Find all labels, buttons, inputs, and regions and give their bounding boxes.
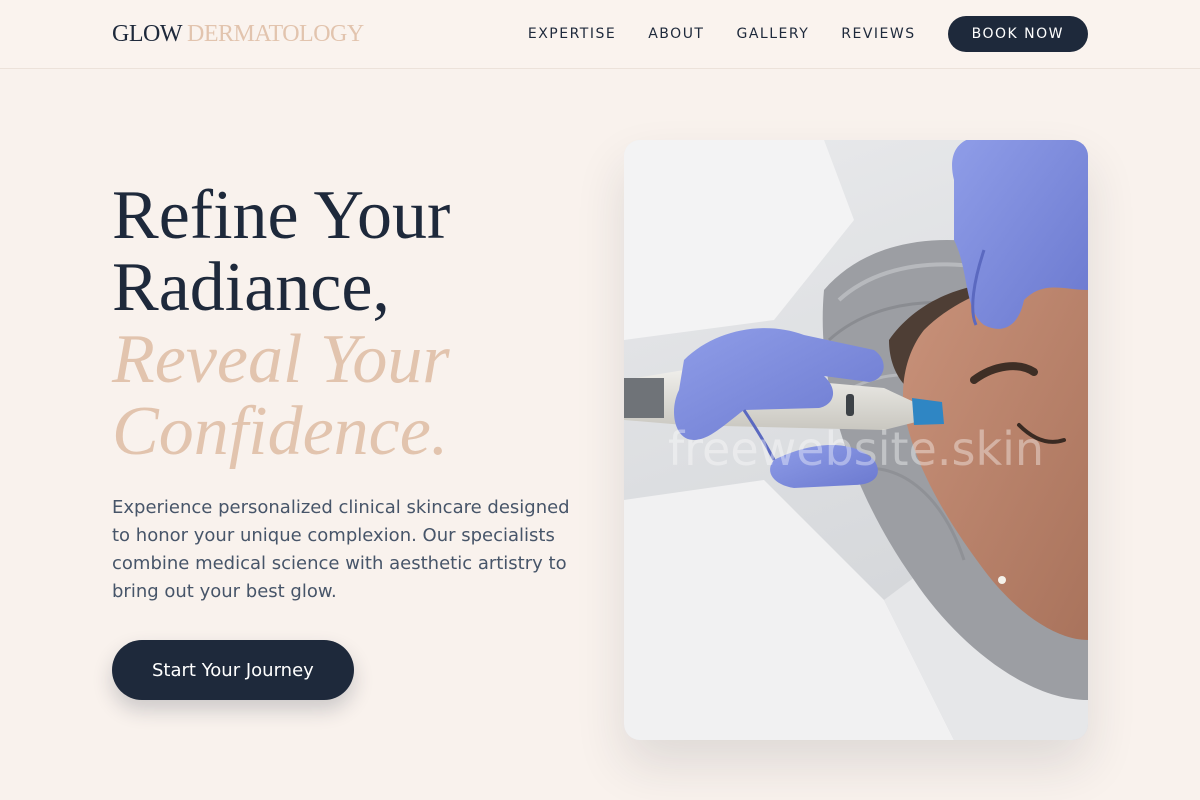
nav-link-about[interactable]: ABOUT [648,26,704,42]
headline-line-2: Radiance, [112,249,390,326]
nav-link-reviews[interactable]: REVIEWS [841,26,915,42]
logo[interactable]: GLOW DERMATOLOGY [112,19,364,49]
hero-image: freewebsite.skin [624,140,1088,740]
headline-line-3: Reveal Your [112,321,450,398]
book-now-button[interactable]: BOOK NOW [947,16,1088,52]
logo-glow: GLOW [112,21,182,47]
hero-content: Refine Your Radiance, Reveal Your Confid… [112,180,592,700]
headline-line-1: Refine Your [112,177,451,254]
main-nav: EXPERTISE ABOUT GALLERY REVIEWS BOOK NOW [528,16,1088,52]
nav-link-gallery[interactable]: GALLERY [737,26,810,42]
nav-link-expertise[interactable]: EXPERTISE [528,26,616,42]
site-header: GLOW DERMATOLOGY EXPERTISE ABOUT GALLERY … [0,0,1200,69]
logo-dermatology: DERMATOLOGY [186,21,364,47]
start-journey-button[interactable]: Start Your Journey [112,640,354,700]
headline-line-4: Confidence. [112,393,449,470]
hero-headline: Refine Your Radiance, Reveal Your Confid… [112,180,592,468]
hero-description: Experience personalized clinical skincar… [112,497,570,602]
image-watermark: freewebsite.skin [667,422,1045,476]
